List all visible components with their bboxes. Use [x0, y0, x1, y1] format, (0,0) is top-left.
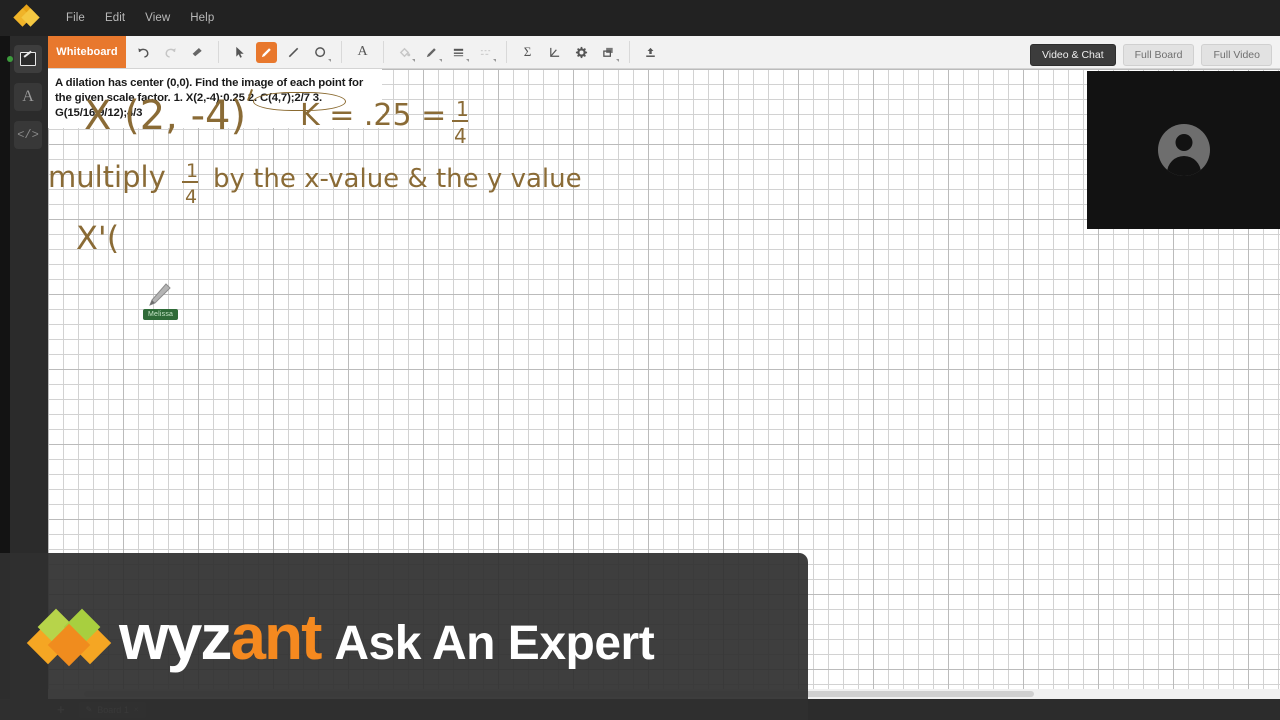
pen-icon[interactable]	[256, 41, 277, 63]
chevron-down-icon	[493, 58, 496, 62]
shape-circle-icon[interactable]	[310, 42, 331, 63]
toolbar-group-history	[126, 36, 215, 68]
full-video-button[interactable]: Full Video	[1201, 44, 1272, 66]
video-panel[interactable]	[1087, 71, 1280, 229]
chevron-down-icon	[412, 58, 415, 62]
toolbar-divider	[218, 41, 219, 63]
sidebar-item-code[interactable]: </>	[14, 121, 42, 149]
ink-line2-frac-den: 4	[185, 186, 197, 208]
sidebar-item-whiteboard[interactable]	[7, 45, 42, 73]
pen-color-icon[interactable]	[421, 42, 442, 63]
whiteboard-icon	[20, 52, 36, 66]
eraser-icon[interactable]	[187, 42, 208, 63]
tab-whiteboard[interactable]: Whiteboard	[48, 36, 126, 68]
line-weight-icon[interactable]	[448, 42, 469, 63]
menu-help[interactable]: Help	[180, 8, 224, 28]
graph-axes-icon[interactable]	[544, 42, 565, 63]
chevron-down-icon	[439, 58, 442, 62]
wyzant-diamond-icon	[13, 4, 40, 29]
menu-view[interactable]: View	[135, 8, 180, 28]
menu-bar: File Edit View Help	[0, 0, 1280, 36]
menu-edit[interactable]: Edit	[95, 8, 135, 28]
toolbar-divider	[341, 41, 342, 63]
view-mode-buttons: Video & Chat Full Board Full Video	[1029, 44, 1272, 66]
brand-wyz: wyz	[119, 600, 232, 673]
ink-line2-rest: by the x-value & the y value	[213, 164, 582, 194]
ink-line1-frac-den: 4	[454, 124, 467, 148]
select-arrow-icon[interactable]	[229, 42, 250, 63]
wyzant-chevron-logo	[26, 606, 112, 668]
whiteboard-app: File Edit View Help A </> Whiteboard A Σ…	[0, 0, 1280, 720]
brand-tagline: Ask An Expert	[334, 616, 655, 670]
toolbar-group-draw	[222, 36, 338, 68]
problem-text-box[interactable]: A dilation has center (0,0). Find the im…	[48, 69, 382, 128]
toolbar-divider	[629, 41, 630, 63]
toolbar-divider	[506, 41, 507, 63]
upload-icon[interactable]	[640, 42, 661, 63]
online-status-dot	[7, 56, 13, 62]
fill-bucket-icon[interactable]	[394, 42, 415, 63]
video-and-chat-button[interactable]: Video & Chat	[1029, 44, 1116, 66]
toolbar-group-text: A	[345, 36, 380, 68]
gear-icon[interactable]	[571, 42, 592, 63]
line-icon[interactable]	[283, 42, 304, 63]
undo-icon[interactable]	[133, 42, 154, 63]
brand-ant: ant	[230, 600, 322, 673]
code-brackets-icon: </>	[17, 128, 39, 142]
text-A-icon: A	[22, 88, 34, 105]
ink-line2-frac-num: 1	[186, 160, 198, 182]
chevron-down-icon	[616, 58, 619, 62]
toolbar-group-upload	[633, 36, 668, 68]
chevron-down-icon	[328, 58, 331, 62]
pencil-cursor-icon	[149, 283, 171, 306]
ink-line3: X'(	[76, 219, 119, 257]
problem-text: A dilation has center (0,0). Find the im…	[55, 77, 364, 119]
toolbar-divider	[383, 41, 384, 63]
menu-file[interactable]: File	[56, 8, 95, 28]
toolbar-group-math: Σ	[510, 36, 626, 68]
ink-line1-frac-num: 1	[456, 97, 469, 121]
text-A-icon[interactable]: A	[352, 42, 373, 63]
toolbar-group-style	[387, 36, 503, 68]
sidebar-item-text[interactable]: A	[14, 83, 42, 111]
wyzant-wordmark: wyz ant Ask An Expert	[119, 600, 655, 673]
sigma-math-icon[interactable]: Σ	[517, 42, 538, 63]
remote-user-name-badge: Melissa	[143, 309, 179, 320]
layers-icon[interactable]	[598, 42, 619, 63]
redo-icon[interactable]	[160, 42, 181, 63]
ink-line2-prefix: multiply	[48, 160, 166, 194]
chevron-down-icon	[466, 58, 469, 62]
wyzant-branding-overlay: wyz ant Ask An Expert	[0, 553, 808, 720]
line-style-icon[interactable]	[475, 42, 496, 63]
full-board-button[interactable]: Full Board	[1122, 44, 1195, 66]
user-avatar-icon	[1157, 124, 1210, 176]
